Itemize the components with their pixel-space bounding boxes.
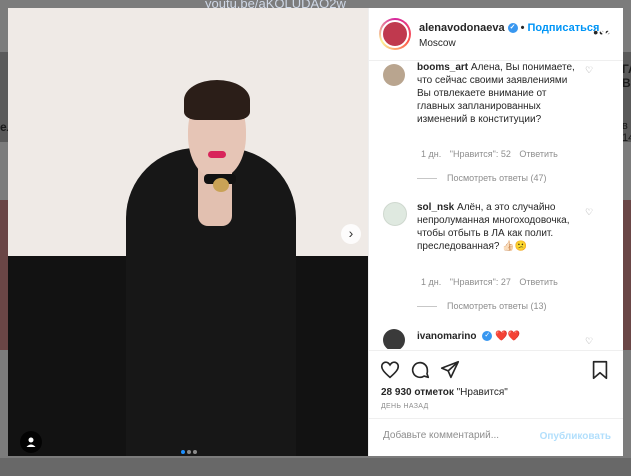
carousel-dot xyxy=(181,450,185,454)
backdrop-strip xyxy=(0,458,631,476)
verified-icon: ✓ xyxy=(482,331,493,342)
comment-age: 1 дн. xyxy=(421,277,442,287)
add-comment-bar: Опубликовать xyxy=(369,418,623,457)
heart-icon[interactable]: ♡ xyxy=(585,207,593,218)
backdrop-text: в 14 xyxy=(622,120,631,144)
heart-icon[interactable] xyxy=(379,359,401,381)
view-replies-button[interactable]: Посмотреть ответы (13) xyxy=(417,301,547,311)
comment-age: 1 дн. xyxy=(421,149,442,159)
comment-text: ❤️❤️ xyxy=(495,331,520,342)
chevron-right-icon[interactable]: › xyxy=(341,224,361,244)
view-replies-button[interactable]: Посмотреть ответы (47) xyxy=(417,173,547,183)
comment-username[interactable]: ivanomarino xyxy=(417,331,476,342)
list-item: ivanomarino ✓ ❤️❤️ xyxy=(417,330,577,343)
separator: • xyxy=(520,22,525,34)
comment-input[interactable] xyxy=(381,429,535,442)
backdrop-thumb xyxy=(622,200,631,350)
verified-icon: ✓ xyxy=(507,23,518,34)
close-icon[interactable]: ✕ xyxy=(598,26,613,47)
publish-button[interactable]: Опубликовать xyxy=(540,431,611,442)
carousel-dot xyxy=(187,450,191,454)
heart-icon[interactable]: ♡ xyxy=(585,336,593,347)
post-time: ДЕНЬ НАЗАД xyxy=(381,403,429,410)
post-actions: 28 930 отметок "Нравится" ДЕНЬ НАЗАД Опу… xyxy=(369,350,623,457)
post-username[interactable]: alenavodonaeva xyxy=(419,22,505,34)
avatar[interactable] xyxy=(383,202,407,226)
share-icon[interactable] xyxy=(439,359,461,381)
comment-meta: 1 дн. "Нравится": 52 Ответить xyxy=(421,149,564,159)
post-panel: alenavodonaeva ✓ • Подписаться Moscow ••• b… xyxy=(368,8,623,456)
figure-hair xyxy=(184,80,250,120)
comments-list[interactable]: booms_art Алена, Вы понимаете, что сейча… xyxy=(369,61,623,349)
heart-icon[interactable]: ♡ xyxy=(585,65,593,76)
carousel-dots xyxy=(180,441,198,456)
backdrop-text: ВЫ xyxy=(622,76,631,90)
figure-lips xyxy=(208,151,226,158)
user-icon[interactable] xyxy=(20,431,42,453)
bookmark-icon[interactable] xyxy=(589,359,611,381)
comment-icon[interactable] xyxy=(409,359,431,381)
comment-meta: 1 дн. "Нравится": 27 Ответить xyxy=(421,277,564,287)
carousel-dot xyxy=(193,450,197,454)
comment-username[interactable]: sol_nsk xyxy=(417,202,454,213)
list-item: booms_art Алена, Вы понимаете, что сейча… xyxy=(417,61,577,126)
backdrop-text: ГА xyxy=(622,62,631,76)
reply-button[interactable]: Ответить xyxy=(519,277,557,287)
comment-likes[interactable]: "Нравится": 27 xyxy=(450,277,511,287)
comment-likes[interactable]: "Нравится": 52 xyxy=(450,149,511,159)
likes-count[interactable]: 28 930 отметок "Нравится" xyxy=(381,387,508,398)
post-photo[interactable]: › xyxy=(8,8,368,456)
reply-button[interactable]: Ответить xyxy=(519,149,557,159)
backdrop-thumb xyxy=(0,200,8,350)
post-location[interactable]: Moscow xyxy=(419,38,456,49)
avatar[interactable] xyxy=(383,64,405,86)
avatar[interactable] xyxy=(379,18,411,50)
list-item: sol_nsk Алён, а это случайно непролуманн… xyxy=(417,201,577,253)
brooch xyxy=(213,178,229,192)
avatar[interactable] xyxy=(383,329,405,349)
follow-button[interactable]: Подписаться xyxy=(527,22,599,34)
post-header: alenavodonaeva ✓ • Подписаться Moscow ••• xyxy=(369,8,623,61)
comment-username[interactable]: booms_art xyxy=(417,62,468,73)
